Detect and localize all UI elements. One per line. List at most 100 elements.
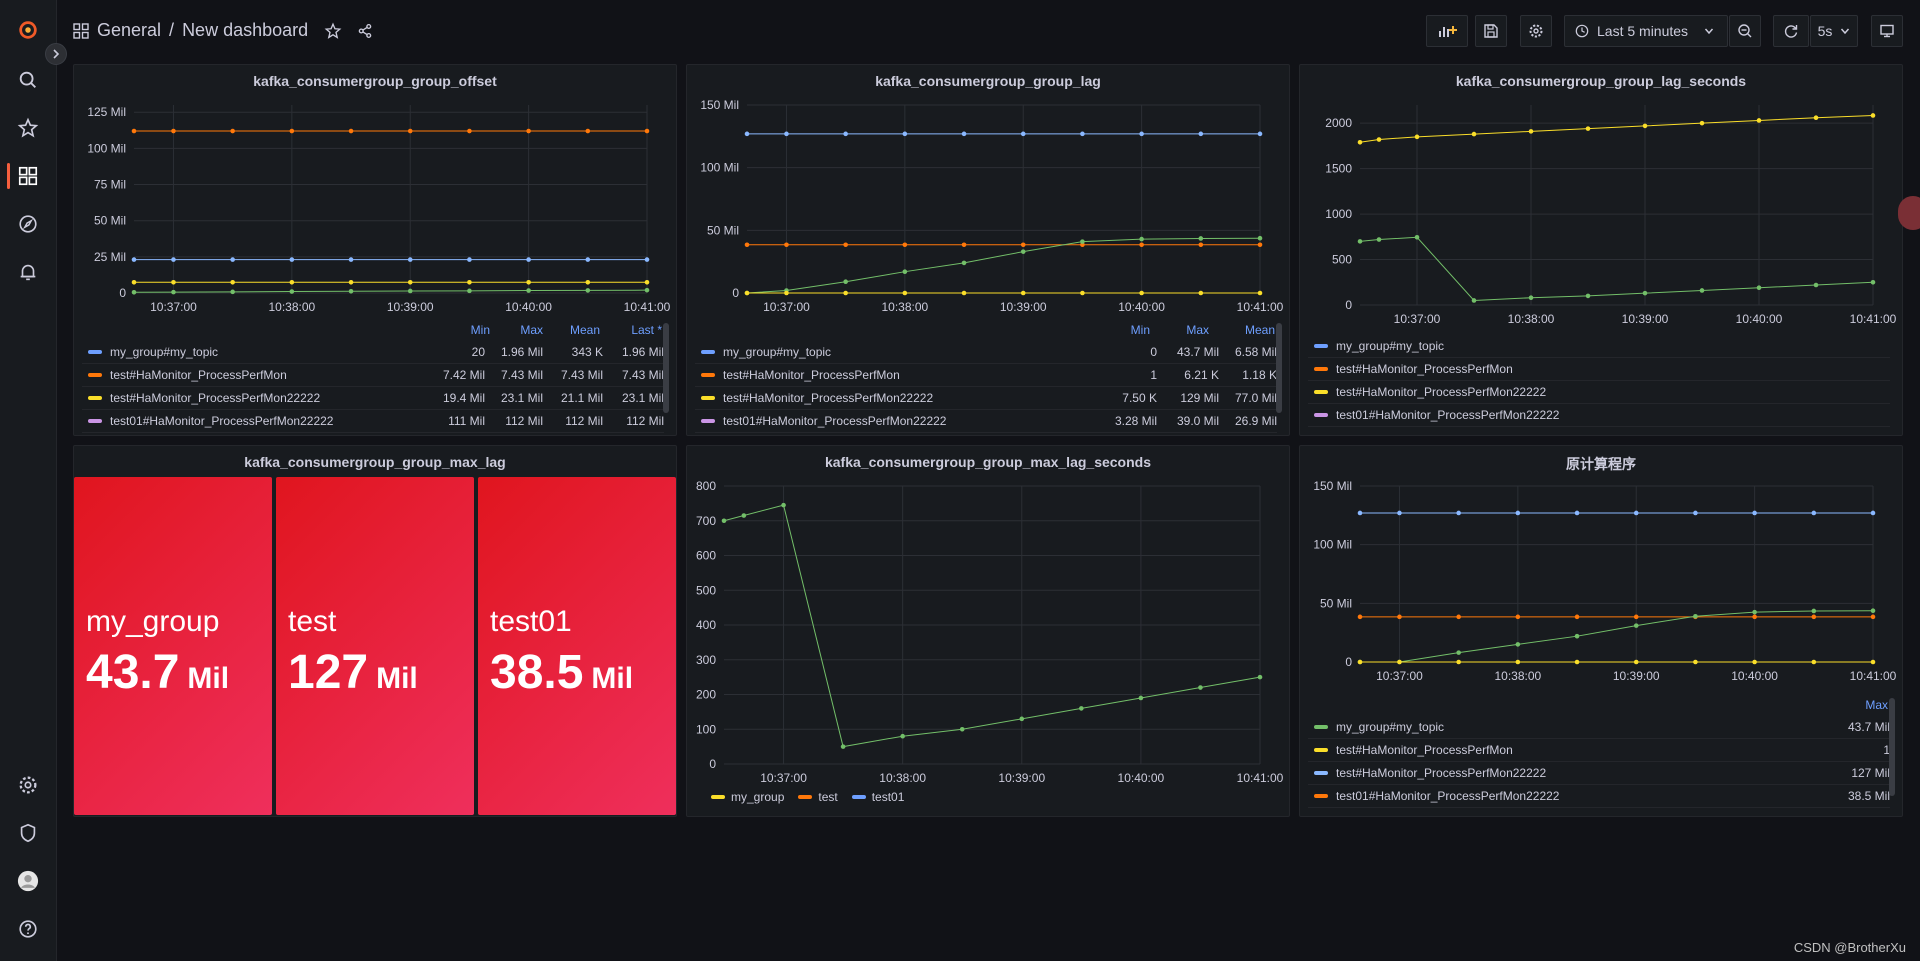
refresh-interval-picker[interactable]: 5s bbox=[1810, 15, 1858, 47]
dashboard-settings-button[interactable] bbox=[1520, 15, 1552, 47]
legend-row[interactable]: test01#HaMonitor_ProcessPerfMon22222 3.28… bbox=[695, 410, 1277, 433]
legend-row[interactable]: my_group#my_topic 20 1.96 Mil 343 K 1.96 Mil bbox=[82, 341, 664, 364]
add-panel-button[interactable] bbox=[1426, 15, 1468, 47]
panel-lag-seconds[interactable]: kafka_consumergroup_group_lag_seconds 05… bbox=[1299, 64, 1903, 436]
search-icon[interactable] bbox=[14, 66, 42, 94]
y-tick-label: 0 bbox=[119, 286, 126, 300]
alerting-bell-icon[interactable] bbox=[14, 258, 42, 286]
legend-color-swatch bbox=[1314, 344, 1328, 348]
data-point bbox=[1456, 614, 1461, 620]
legend-value: 39.0 Mil bbox=[1176, 414, 1219, 428]
clock-icon bbox=[1575, 24, 1589, 38]
legend-row[interactable]: test#HaMonitor_ProcessPerfMon22222 bbox=[1308, 381, 1890, 404]
x-tick-label: 10:41:00 bbox=[1850, 312, 1897, 326]
data-point bbox=[1198, 236, 1204, 241]
data-point bbox=[1870, 608, 1876, 614]
share-icon[interactable] bbox=[356, 22, 374, 40]
mark-favorite-star-icon[interactable] bbox=[324, 22, 342, 40]
legend-value: 112 Mil bbox=[626, 414, 664, 428]
legend-scrollbar[interactable] bbox=[1276, 323, 1282, 413]
cycle-view-mode-button[interactable] bbox=[1871, 15, 1903, 47]
data-point bbox=[467, 279, 472, 285]
lag-time-series-chart[interactable]: 0 50 Mil 100 Mil 150 Mil 10:37:00 10:38:00 10:… bbox=[687, 65, 1291, 325]
help-icon[interactable] bbox=[14, 915, 42, 943]
data-point bbox=[1574, 614, 1580, 620]
calc-time-series-chart[interactable]: 0 50 Mil 100 Mil 150 Mil 10:37:00 10:38:00 10:… bbox=[1300, 446, 1904, 696]
dashboard-title[interactable]: New dashboard bbox=[182, 20, 308, 41]
data-point bbox=[1138, 695, 1144, 701]
legend-row[interactable]: test01#HaMonitor_ProcessPerfMon22222 bbox=[1308, 404, 1890, 427]
offset-time-series-chart[interactable]: 0 25 Mil 50 Mil 75 Mil 100 Mil 125 Mil 10:37:0… bbox=[74, 65, 678, 325]
stat-test01[interactable]: test01 38.5 Mil bbox=[478, 477, 676, 815]
legend-item[interactable]: my_group bbox=[711, 790, 784, 804]
legend-scrollbar[interactable] bbox=[1889, 698, 1895, 796]
x-tick-label: 10:40:00 bbox=[1731, 669, 1778, 683]
legend-header-min[interactable]: Min bbox=[471, 323, 490, 337]
legend-header-max[interactable]: Max bbox=[1865, 698, 1888, 712]
data-point bbox=[526, 288, 531, 293]
legend-row[interactable]: my_group#my_topic bbox=[1308, 335, 1890, 358]
server-admin-shield-icon[interactable] bbox=[14, 819, 42, 847]
data-point bbox=[1079, 706, 1084, 711]
time-range-picker[interactable]: Last 5 minutes bbox=[1564, 15, 1728, 47]
legend-row[interactable]: test#HaMonitor_ProcessPerfMon 1 6.21 K 1.18… bbox=[695, 364, 1277, 387]
panel-lag[interactable]: kafka_consumergroup_group_lag 0 50 Mil 100… bbox=[686, 64, 1290, 436]
legend-row[interactable]: test01#HaMonitor_ProcessPerfMon22222 111 … bbox=[82, 410, 664, 433]
legend-row[interactable]: my_group#my_topic 43.7 Mil bbox=[1308, 716, 1890, 739]
breadcrumb-folder-link[interactable]: General bbox=[97, 20, 161, 41]
data-point bbox=[407, 279, 413, 285]
zoom-out-button[interactable] bbox=[1729, 15, 1761, 47]
dashboards-icon[interactable] bbox=[14, 162, 42, 190]
sidebar-collapse-button[interactable] bbox=[45, 43, 67, 65]
legend-row[interactable]: test#HaMonitor_ProcessPerfMon 1 bbox=[1308, 739, 1890, 762]
max-lag-seconds-time-series-chart[interactable]: 0 100 200 300 400 500 600 700 800 10:37:00 10:38:0… bbox=[687, 446, 1291, 786]
save-dashboard-button[interactable] bbox=[1475, 15, 1507, 47]
grafana-logo-icon[interactable] bbox=[14, 16, 42, 44]
panel-max-lag-seconds[interactable]: kafka_consumergroup_group_max_lag_second… bbox=[686, 445, 1290, 817]
floating-translate-widget[interactable] bbox=[1898, 196, 1920, 230]
legend-series-name: my_group#my_topic bbox=[723, 345, 832, 359]
lag-seconds-time-series-chart[interactable]: 0 500 1000 1500 2000 10:37:00 10:38:00 10:39:00… bbox=[1300, 65, 1904, 339]
configuration-gear-icon[interactable] bbox=[14, 771, 42, 799]
data-point bbox=[1574, 659, 1580, 665]
legend-row[interactable]: my_group#my_topic 0 43.7 Mil 6.58 Mil bbox=[695, 341, 1277, 364]
y-tick-label: 500 bbox=[696, 583, 716, 597]
legend-row[interactable]: test01#HaMonitor_ProcessPerfMon22222 38.5… bbox=[1308, 785, 1890, 808]
legend-value: 38.5 Mil bbox=[1847, 789, 1890, 803]
legend-row[interactable]: test#HaMonitor_ProcessPerfMon22222 19.4 M… bbox=[82, 387, 664, 410]
legend-header-max[interactable]: Max bbox=[1186, 323, 1209, 337]
stat-name: test01 bbox=[490, 605, 572, 638]
panel-offset[interactable]: kafka_consumergroup_group_offset 0 25 Mil… bbox=[73, 64, 677, 436]
legend-header-last[interactable]: Last * bbox=[631, 323, 662, 337]
legend-item[interactable]: test bbox=[798, 790, 838, 804]
legend-header-min[interactable]: Min bbox=[1131, 323, 1150, 337]
legend-header-max[interactable]: Max bbox=[520, 323, 543, 337]
legend-row[interactable]: test#HaMonitor_ProcessPerfMon22222 7.50 K… bbox=[695, 387, 1277, 410]
legend-header-mean[interactable]: Mean bbox=[1245, 323, 1275, 337]
legend-value: 129 Mil bbox=[1180, 391, 1219, 405]
starred-icon[interactable] bbox=[14, 114, 42, 142]
user-avatar-icon[interactable] bbox=[14, 867, 42, 895]
data-point bbox=[1756, 118, 1762, 123]
stat-test[interactable]: test 127 Mil bbox=[276, 477, 474, 815]
explore-icon[interactable] bbox=[14, 210, 42, 238]
legend-row[interactable]: test#HaMonitor_ProcessPerfMon22222 127 Mi… bbox=[1308, 762, 1890, 785]
legend-row[interactable]: test#HaMonitor_ProcessPerfMon bbox=[1308, 358, 1890, 381]
data-point bbox=[961, 260, 967, 266]
sidebar bbox=[0, 0, 57, 961]
data-point bbox=[644, 279, 650, 285]
data-point bbox=[644, 287, 650, 293]
legend-row[interactable]: test#HaMonitor_ProcessPerfMon 7.42 Mil 7.4… bbox=[82, 364, 664, 387]
legend-value: 1.18 K bbox=[1242, 368, 1277, 382]
panel-calc[interactable]: 原计算程序 0 50 Mil 100 Mil 150 Mil 10:37:00 10:38… bbox=[1299, 445, 1903, 817]
legend-series-name: my_group#my_topic bbox=[1336, 720, 1445, 734]
data-point bbox=[784, 290, 789, 296]
y-tick-label: 50 Mil bbox=[1320, 596, 1352, 610]
stat-my-group[interactable]: my_group 43.7 Mil bbox=[74, 477, 272, 815]
legend-header-mean[interactable]: Mean bbox=[570, 323, 600, 337]
data-point bbox=[1020, 249, 1026, 254]
legend-item[interactable]: test01 bbox=[851, 790, 904, 804]
refresh-dashboard-button[interactable] bbox=[1773, 15, 1809, 47]
panel-title[interactable]: kafka_consumergroup_group_max_lag bbox=[74, 454, 676, 470]
legend-scrollbar[interactable] bbox=[663, 323, 669, 413]
